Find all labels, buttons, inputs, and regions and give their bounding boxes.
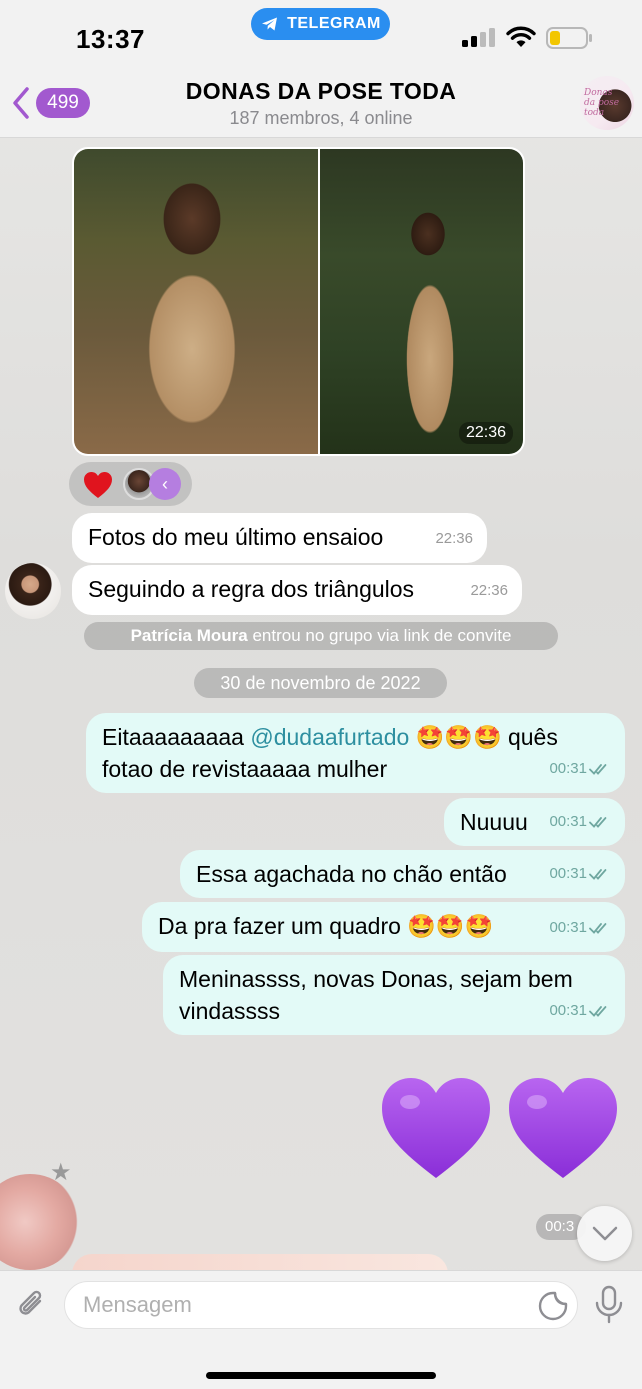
- service-message-join: Patrícia Moura entrou no grupo via link …: [84, 622, 558, 650]
- outgoing-message[interactable]: Meninassss, novas Donas, sejam bem vinda…: [163, 955, 625, 1035]
- message-text: Essa agachada no chão então: [196, 861, 507, 887]
- double-check-icon: [589, 764, 607, 775]
- outgoing-message[interactable]: Da pra fazer um quadro 🤩🤩🤩 00:31: [142, 902, 625, 952]
- battery-icon: [546, 27, 592, 49]
- incoming-message[interactable]: Seguindo a regra dos triângulos 22:36: [72, 565, 522, 615]
- message-meta: 00:31: [549, 753, 611, 785]
- chat-title[interactable]: DONAS DA POSE TODA: [0, 78, 642, 105]
- service-text: entrou no grupo via link de convite: [252, 626, 512, 645]
- return-to-app-pill[interactable]: TELEGRAM: [251, 8, 390, 40]
- chat-header: 499 DONAS DA POSE TODA 187 membros, 4 on…: [0, 70, 642, 138]
- group-avatar-logo: Donas da pose toda: [584, 88, 620, 118]
- message-field[interactable]: [64, 1281, 578, 1329]
- message-text: Seguindo a regra dos triângulos: [88, 576, 415, 602]
- double-check-icon: [589, 923, 607, 934]
- outgoing-message[interactable]: Essa agachada no chão então 00:31: [180, 850, 625, 898]
- message-meta: 00:31: [549, 858, 611, 890]
- group-avatar[interactable]: Donas da pose toda: [580, 76, 634, 130]
- scroll-to-bottom-button[interactable]: [577, 1206, 632, 1261]
- heart-icon: [84, 472, 112, 498]
- date-divider: 30 de novembro de 2022: [194, 668, 447, 698]
- home-indicator: [206, 1372, 436, 1379]
- wifi-icon: [506, 26, 536, 47]
- reactions-more-icon: ‹: [149, 468, 181, 500]
- microphone-icon[interactable]: [594, 1285, 624, 1325]
- message-text: Fotos do meu último ensaioo: [88, 524, 384, 550]
- message-time: 22:36: [458, 422, 513, 444]
- telegram-icon: [262, 17, 278, 31]
- sender-avatar[interactable]: [5, 563, 61, 619]
- chevron-down-icon: [592, 1226, 617, 1240]
- chat-subtitle: 187 membros, 4 online: [229, 108, 413, 128]
- status-time: 13:37: [76, 24, 145, 54]
- joined-user-name[interactable]: Patrícia Moura: [131, 626, 248, 646]
- message-text: Nuuuu: [460, 809, 528, 835]
- sticker-icon[interactable]: [537, 1290, 569, 1322]
- status-bar: 13:37 TELEGRAM: [0, 0, 642, 70]
- message-meta: 00:31: [549, 912, 611, 944]
- incoming-message[interactable]: Fotos do meu último ensaioo 22:36: [72, 513, 487, 563]
- double-check-icon: [589, 1006, 607, 1017]
- purple-heart-icon[interactable]: [380, 1076, 492, 1180]
- user-mention-link[interactable]: @dudaafurtado: [250, 724, 409, 750]
- composer-bar: [0, 1270, 642, 1389]
- double-check-icon: [589, 817, 607, 828]
- signal-icon: [462, 28, 495, 47]
- message-meta: 00:31: [549, 995, 611, 1027]
- message-time: 22:36: [435, 530, 473, 547]
- app-pill-label: TELEGRAM: [287, 15, 381, 32]
- album-photo[interactable]: [74, 149, 318, 454]
- paperclip-icon[interactable]: [14, 1287, 50, 1323]
- photo-album-message[interactable]: 22:36: [72, 147, 525, 456]
- message-text: Eitaaaaaaaaa @dudaafurtado 🤩🤩🤩 quês fota…: [102, 724, 558, 782]
- message-meta: 00:31: [549, 806, 611, 838]
- double-check-icon: [589, 869, 607, 880]
- reactions-bar[interactable]: ‹: [69, 462, 192, 506]
- star-icon: ★: [50, 1159, 72, 1186]
- message-text: Meninassss, novas Donas, sejam bem vinda…: [179, 966, 573, 1024]
- outgoing-message[interactable]: Nuuuu 00:31: [444, 798, 625, 846]
- message-input[interactable]: [83, 1290, 523, 1320]
- message-text: Da pra fazer um quadro 🤩🤩🤩: [158, 913, 494, 939]
- message-time: 22:36: [470, 582, 508, 599]
- purple-heart-icon[interactable]: [507, 1076, 619, 1180]
- album-photo[interactable]: [320, 149, 523, 454]
- outgoing-message[interactable]: Eitaaaaaaaaa @dudaafurtado 🤩🤩🤩 quês fota…: [86, 713, 625, 793]
